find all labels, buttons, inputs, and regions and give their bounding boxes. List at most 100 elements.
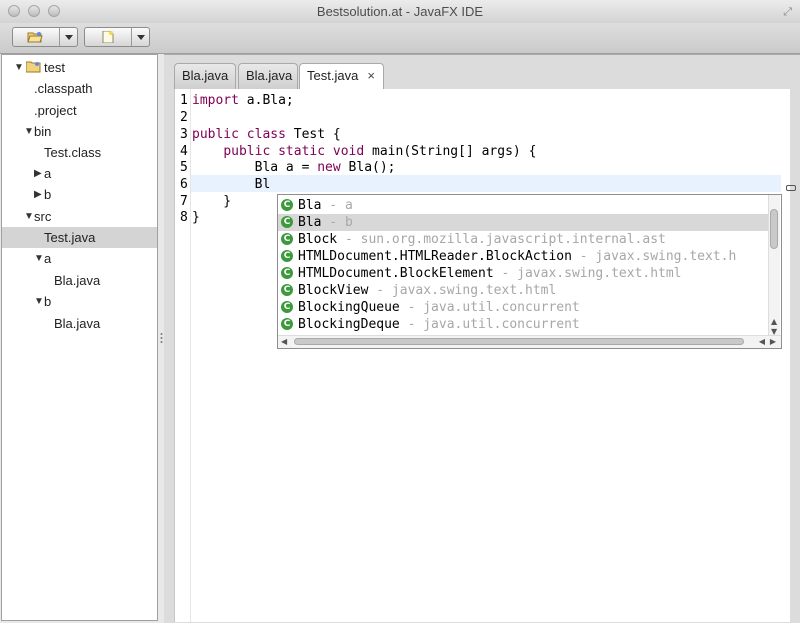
tree-item-label: Bla.java bbox=[54, 273, 101, 288]
code-text: } bbox=[192, 210, 200, 225]
completion-item[interactable]: C Bla - a bbox=[278, 197, 769, 214]
horizontal-scroll-thumb[interactable] bbox=[294, 338, 744, 345]
class-icon: C bbox=[281, 250, 293, 262]
tab-label: Test.java bbox=[307, 68, 359, 83]
completion-package: - a bbox=[321, 198, 353, 213]
vertical-scroll-thumb[interactable] bbox=[770, 209, 778, 249]
expanded-twisty-icon[interactable]: ▼ bbox=[34, 248, 44, 269]
code-text: } bbox=[192, 194, 232, 209]
close-tab-icon[interactable]: × bbox=[367, 64, 375, 88]
keyword: public static void bbox=[223, 144, 365, 159]
tree-item-label: test bbox=[44, 60, 65, 75]
completion-item[interactable]: C BlockView - javax.swing.text.html bbox=[278, 282, 769, 299]
completion-item[interactable]: C BlockingQueue - java.util.concurrent bbox=[278, 299, 769, 316]
completion-package: - b bbox=[321, 215, 353, 230]
line-number: 4 bbox=[180, 144, 188, 159]
completion-item[interactable]: C BlockingDeque - java.util.concurrent bbox=[278, 316, 769, 333]
code-text: Bla a = bbox=[192, 160, 318, 175]
line-number: 5 bbox=[180, 160, 188, 175]
expanded-twisty-icon[interactable]: ▼ bbox=[24, 206, 34, 227]
tree-item-src[interactable]: ▼ src bbox=[2, 206, 157, 227]
scroll-left-end-icon[interactable]: ◀ bbox=[759, 337, 765, 346]
tab-bla-java-2[interactable]: Bla.java bbox=[238, 63, 298, 89]
tab-label: Bla.java bbox=[246, 68, 293, 83]
completion-name: Block bbox=[298, 232, 338, 247]
code-line: } bbox=[192, 193, 231, 210]
expanded-twisty-icon[interactable]: ▼ bbox=[14, 57, 24, 78]
open-dropdown-icon[interactable] bbox=[65, 35, 73, 40]
tree-item-label: .project bbox=[34, 103, 77, 118]
class-icon: C bbox=[281, 301, 293, 313]
new-file-button[interactable] bbox=[84, 27, 150, 47]
horizontal-scrollbar[interactable]: ◀ ◀ ▶ bbox=[278, 335, 781, 348]
keyword: public class bbox=[192, 127, 286, 142]
completion-name: HTMLDocument.HTMLReader.BlockAction bbox=[298, 249, 572, 264]
tree-item-test-java[interactable]: Test.java bbox=[2, 227, 157, 248]
expanded-twisty-icon[interactable]: ▼ bbox=[34, 291, 44, 312]
keyword: new bbox=[317, 160, 341, 175]
completion-name: BlockingQueue bbox=[298, 300, 400, 315]
completion-item-selected[interactable]: C Bla - b bbox=[278, 214, 769, 231]
tree-item-src-b[interactable]: ▼ b bbox=[2, 291, 157, 312]
tree-item-bin-a[interactable]: ▶ a bbox=[2, 163, 157, 184]
open-project-button[interactable] bbox=[12, 27, 78, 47]
code-line: import a.Bla; bbox=[192, 92, 294, 109]
vertical-scrollbar[interactable]: ▲ ▼ bbox=[768, 195, 780, 336]
class-icon: C bbox=[281, 284, 293, 296]
class-icon: C bbox=[281, 318, 293, 330]
autocomplete-popup: C Bla - a C Bla - b C Block - sun.org.mo… bbox=[277, 194, 782, 349]
tree-item-label: Test.java bbox=[44, 230, 96, 245]
tree-item-src-a[interactable]: ▼ a bbox=[2, 248, 157, 269]
overview-ruler-marker[interactable] bbox=[786, 185, 796, 191]
tree-item-b-bla-java[interactable]: Bla.java bbox=[2, 313, 157, 334]
scroll-left-icon[interactable]: ◀ bbox=[281, 337, 287, 346]
completion-item[interactable]: C HTMLDocument.BlockElement - javax.swin… bbox=[278, 265, 769, 282]
code-text: Bl bbox=[192, 177, 271, 192]
line-number: 7 bbox=[180, 194, 188, 209]
new-dropdown-icon[interactable] bbox=[137, 35, 145, 40]
tree-item-label: src bbox=[34, 209, 52, 224]
collapsed-twisty-icon[interactable]: ▶ bbox=[34, 184, 42, 205]
class-icon: C bbox=[281, 199, 293, 211]
completion-item[interactable]: C HTMLDocument.HTMLReader.BlockAction - … bbox=[278, 248, 769, 265]
completion-package: - javax.swing.text.html bbox=[368, 283, 557, 298]
expanded-twisty-icon[interactable]: ▼ bbox=[24, 121, 34, 142]
project-folder-icon bbox=[26, 61, 41, 73]
keyword: import bbox=[192, 93, 239, 108]
tree-item-label: bin bbox=[34, 124, 52, 139]
tab-test-java[interactable]: Test.java × bbox=[299, 63, 384, 90]
tree-item-classpath[interactable]: .classpath bbox=[2, 78, 157, 99]
tree-item-test-class[interactable]: Test.class bbox=[2, 142, 157, 163]
completion-package: - javax.swing.text.html bbox=[493, 266, 682, 281]
completion-item[interactable]: C Block - sun.org.mozilla.javascript.int… bbox=[278, 231, 769, 248]
scroll-right-icon[interactable]: ▶ bbox=[770, 337, 776, 346]
tree-item-a-bla-java[interactable]: Bla.java bbox=[2, 270, 157, 291]
line-number: 2 bbox=[180, 110, 188, 125]
tab-label: Bla.java bbox=[182, 68, 229, 83]
completion-package: - javax.swing.text.h bbox=[571, 249, 737, 264]
class-icon: C bbox=[281, 233, 293, 245]
toolbar bbox=[0, 23, 800, 54]
tree-item-bin-b[interactable]: ▶ b bbox=[2, 184, 157, 205]
code-text: Test { bbox=[285, 127, 341, 142]
tree-item-label: .classpath bbox=[34, 81, 93, 96]
class-icon: C bbox=[281, 267, 293, 279]
current-line-highlight bbox=[191, 175, 781, 192]
tree-item-label: Test.class bbox=[44, 145, 102, 160]
tree-item-label: b bbox=[44, 294, 52, 309]
collapsed-twisty-icon[interactable]: ▶ bbox=[34, 163, 42, 184]
new-file-icon bbox=[102, 31, 114, 43]
open-folder-icon bbox=[27, 32, 43, 43]
fullscreen-icon[interactable]: ⤢ bbox=[783, 5, 792, 19]
gutter-divider bbox=[190, 89, 191, 622]
tab-bla-java-1[interactable]: Bla.java bbox=[174, 63, 236, 89]
class-icon: C bbox=[281, 216, 293, 228]
tree-item-test[interactable]: ▼ test bbox=[2, 57, 157, 78]
tree-item-label: a bbox=[44, 251, 52, 266]
scroll-up-icon[interactable]: ▲ bbox=[771, 317, 777, 326]
line-number: 6 bbox=[180, 177, 188, 192]
tree-item-label: Bla.java bbox=[54, 316, 101, 331]
tree-item-bin[interactable]: ▼ bin bbox=[2, 121, 157, 142]
tree-item-project[interactable]: .project bbox=[2, 100, 157, 121]
